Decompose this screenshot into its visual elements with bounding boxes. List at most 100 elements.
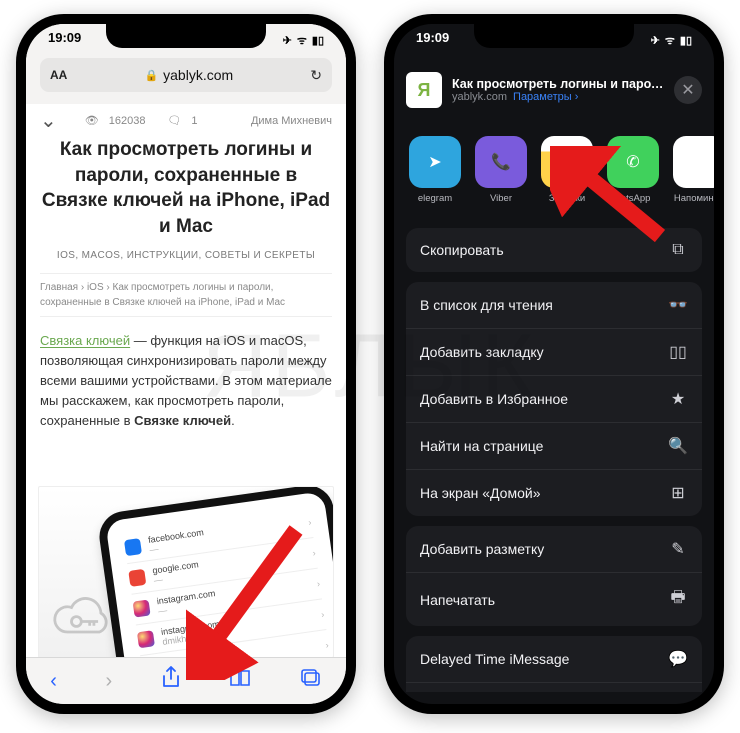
action-print[interactable]: Напечатать 🖶 — [406, 572, 702, 626]
action-label: В список для чтения — [420, 297, 553, 313]
share-app-notes[interactable]: Заметки — [538, 136, 596, 204]
bookmark-icon: ▯▯ — [668, 342, 688, 362]
action-fav[interactable]: Добавить в Избранное ★ — [406, 375, 702, 422]
action-home[interactable]: На экран «Домой» ⊞ — [406, 469, 702, 516]
share-sheet-header: Я Как просмотреть логины и пароли,... ya… — [406, 72, 702, 108]
paragraph-bold: Связке ключей — [134, 413, 231, 428]
views-count: 162038 — [109, 115, 146, 127]
aa-button[interactable]: AA — [50, 68, 67, 82]
status-time: 19:09 — [48, 30, 81, 50]
share-apps-row[interactable]: ➤ elegram📞 Viber Заметки✆ hatsApp⋮ Напом… — [394, 136, 714, 204]
status-icons: ✈ ᯤ ▮▯ — [651, 30, 692, 50]
action-group-1: В список для чтения 👓Добавить закладку ▯… — [406, 282, 702, 516]
paragraph-dot: . — [231, 413, 235, 428]
action-group-3: Delayed Time iMessage 💬Translate Article… — [406, 636, 702, 692]
action-find[interactable]: Найти на странице 🔍 — [406, 422, 702, 469]
reminders-icon: ⋮ — [673, 136, 714, 188]
site-icon — [128, 569, 146, 587]
print-icon: 🖶 — [668, 586, 688, 613]
reload-icon[interactable]: ↻ — [310, 67, 322, 84]
action-label: Скопировать — [420, 242, 504, 258]
views-icon: 👁 — [85, 114, 99, 127]
chevron-right-icon: › — [316, 579, 320, 589]
notch — [106, 24, 266, 48]
readlist-icon: 👓 — [668, 295, 688, 315]
app-label: Заметки — [538, 193, 596, 204]
categories: IOS, MACOS, ИНСТРУКЦИИ, СОВЕТЫ И СЕКРЕТЫ — [40, 250, 332, 261]
screen-left: 19:09 ✈ ᯤ ▮▯ AA 🔒 yablyk.com ↻ ⌄ 👁 1620 — [26, 24, 346, 704]
site-icon — [124, 538, 142, 556]
fav-icon: ★ — [668, 389, 688, 409]
viber-icon: 📞 — [475, 136, 527, 188]
url-domain: 🔒 yablyk.com — [144, 67, 233, 83]
share-actions: Скопировать ⧉ В список для чтения 👓Добав… — [406, 228, 702, 692]
action-copy[interactable]: Скопировать ⧉ — [406, 228, 702, 272]
comments-count: 1 — [191, 115, 197, 127]
action-delayed[interactable]: Delayed Time iMessage 💬 — [406, 636, 702, 682]
telegram-icon: ➤ — [409, 136, 461, 188]
comments-icon: 🗨 — [167, 114, 181, 127]
action-label: Напечатать — [420, 592, 495, 608]
airplane-icon: ✈ — [651, 34, 660, 47]
action-label: Добавить разметку — [420, 541, 544, 557]
app-label: hatsApp — [604, 193, 662, 204]
site-icon — [137, 630, 155, 648]
action-markup[interactable]: Добавить разметку ✎ — [406, 526, 702, 572]
share-app-reminders[interactable]: ⋮ Напоминан — [670, 136, 714, 204]
domain-label: yablyk.com — [163, 67, 233, 83]
phone-right-frame: 19:09 ✈ ᯤ ▮▯ Я Как просмотреть логины и … — [384, 14, 724, 714]
page-content: ⌄ 👁 162038 🗨 1 Дима Михневич Как просмот… — [26, 104, 346, 658]
wifi-icon: ᯤ — [665, 33, 675, 48]
action-copy-group: Скопировать ⧉ — [406, 228, 702, 272]
action-label: Добавить в Избранное — [420, 391, 568, 407]
share-app-telegram[interactable]: ➤ elegram — [406, 136, 464, 204]
close-icon[interactable]: ✕ — [674, 76, 702, 104]
breadcrumb[interactable]: Главная › iOS › Как просмотреть логины и… — [40, 273, 332, 317]
chevron-right-icon: › — [321, 609, 325, 619]
copy-icon: ⧉ — [668, 241, 688, 259]
action-readlist[interactable]: В список для чтения 👓 — [406, 282, 702, 328]
action-label: Добавить закладку — [420, 344, 544, 360]
chevron-right-icon: › — [325, 640, 329, 650]
author: Дима Михневич — [251, 115, 332, 127]
markup-icon: ✎ — [668, 539, 688, 559]
forward-icon: › — [105, 670, 112, 693]
share-app-whatsapp[interactable]: ✆ hatsApp — [604, 136, 662, 204]
share-params[interactable]: Параметры › — [513, 91, 578, 103]
site-icon — [133, 600, 151, 618]
article-body: Связка ключей — функция на iOS и macOS, … — [40, 331, 332, 432]
wifi-icon: ᯤ — [297, 33, 307, 48]
action-bookmark[interactable]: Добавить закладку ▯▯ — [406, 328, 702, 375]
notes-icon — [541, 136, 593, 188]
lock-icon: 🔒 — [144, 69, 158, 82]
screen-right: 19:09 ✈ ᯤ ▮▯ Я Как просмотреть логины и … — [394, 24, 714, 704]
phone-left-frame: 19:09 ✈ ᯤ ▮▯ AA 🔒 yablyk.com ↻ ⌄ 👁 1620 — [16, 14, 356, 714]
app-label: elegram — [406, 193, 464, 204]
url-bar[interactable]: AA 🔒 yablyk.com ↻ — [40, 58, 332, 92]
airplane-icon: ✈ — [283, 34, 292, 47]
battery-icon: ▮▯ — [312, 34, 324, 47]
share-title: Как просмотреть логины и пароли,... — [452, 77, 664, 91]
status-icons: ✈ ᯤ ▮▯ — [283, 30, 324, 50]
share-app-viber[interactable]: 📞 Viber — [472, 136, 530, 204]
action-label: На экран «Домой» — [420, 485, 540, 501]
expand-toggle[interactable]: ⌄ — [40, 117, 57, 125]
chevron-right-icon: › — [312, 548, 316, 558]
share-icon[interactable] — [161, 666, 181, 696]
battery-icon: ▮▯ — [680, 34, 692, 47]
nested-phone-illustration: facebook.com— › google.com— › instagram.… — [96, 486, 334, 658]
home-icon: ⊞ — [668, 483, 688, 503]
back-icon[interactable]: ‹ — [50, 670, 57, 693]
action-translate[interactable]: Translate Article 🌐 — [406, 682, 702, 692]
tabs-icon[interactable] — [300, 668, 322, 694]
action-label: Найти на странице — [420, 438, 543, 454]
safari-toolbar-bottom: ‹ › — [26, 657, 346, 704]
cloud-key-icon — [47, 593, 117, 643]
action-label: Delayed Time iMessage — [420, 651, 569, 667]
delayed-icon: 💬 — [668, 649, 688, 669]
keychain-link[interactable]: Связка ключей — [40, 333, 130, 348]
bookmarks-icon[interactable] — [229, 669, 251, 693]
app-label: Viber — [472, 193, 530, 204]
find-icon: 🔍 — [668, 436, 688, 456]
article-title: Как просмотреть логины и пароли, сохране… — [40, 137, 332, 240]
